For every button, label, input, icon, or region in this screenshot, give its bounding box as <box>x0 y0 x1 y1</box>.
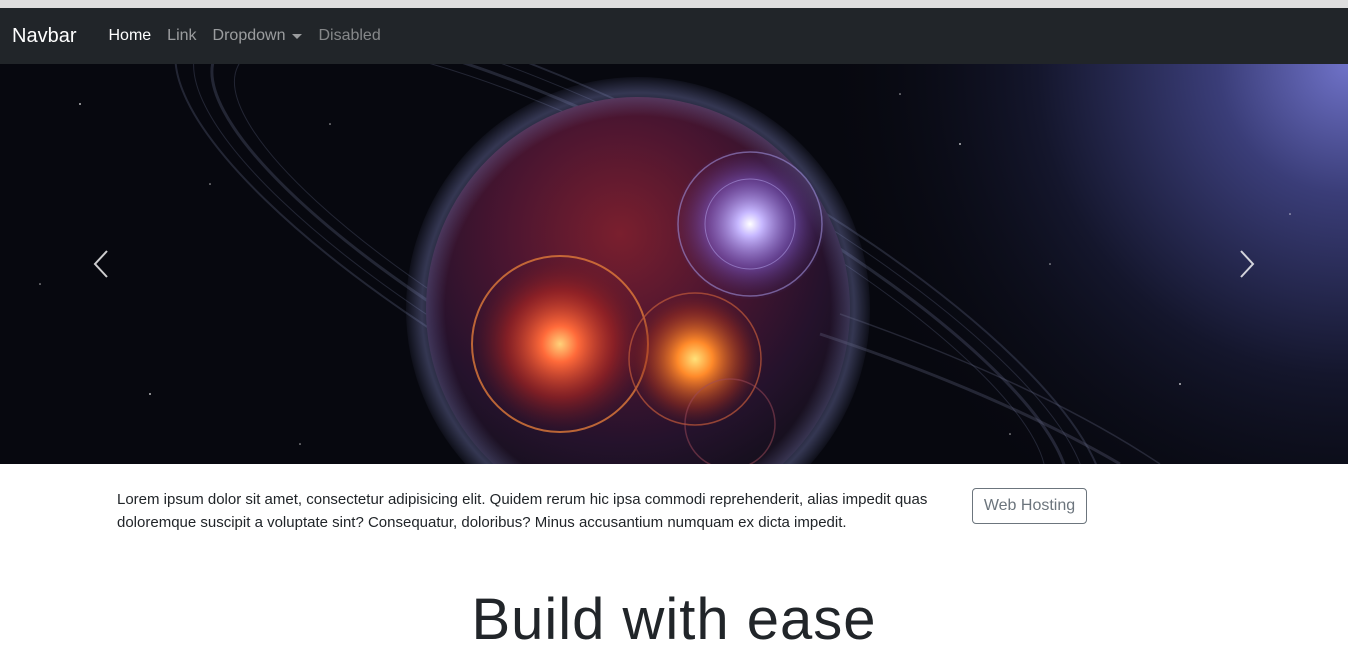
chevron-left-icon <box>93 250 108 278</box>
carousel-prev-button[interactable] <box>0 64 202 464</box>
nav-link-disabled: Disabled <box>318 27 381 44</box>
intro-row: Lorem ipsum dolor sit amet, consectetur … <box>117 488 1089 534</box>
navbar: Navbar Home Link Dropdown Disabled <box>0 8 1348 64</box>
hero-heading: Build with ease <box>471 587 877 652</box>
web-hosting-button[interactable]: Web Hosting <box>972 488 1087 524</box>
navbar-brand[interactable]: Navbar <box>12 25 76 48</box>
chevron-right-icon <box>1240 250 1255 278</box>
nav-link-dropdown[interactable]: Dropdown <box>205 27 311 45</box>
browser-top-strip <box>0 0 1348 8</box>
carousel-next-button[interactable] <box>1146 64 1348 464</box>
intro-paragraph: Lorem ipsum dolor sit amet, consectetur … <box>117 491 928 531</box>
caret-down-icon <box>292 33 303 39</box>
dropdown-label: Dropdown <box>212 27 286 44</box>
nav-link-home[interactable]: Home <box>100 27 159 45</box>
nav-link-link[interactable]: Link <box>159 27 204 45</box>
carousel <box>0 64 1348 464</box>
